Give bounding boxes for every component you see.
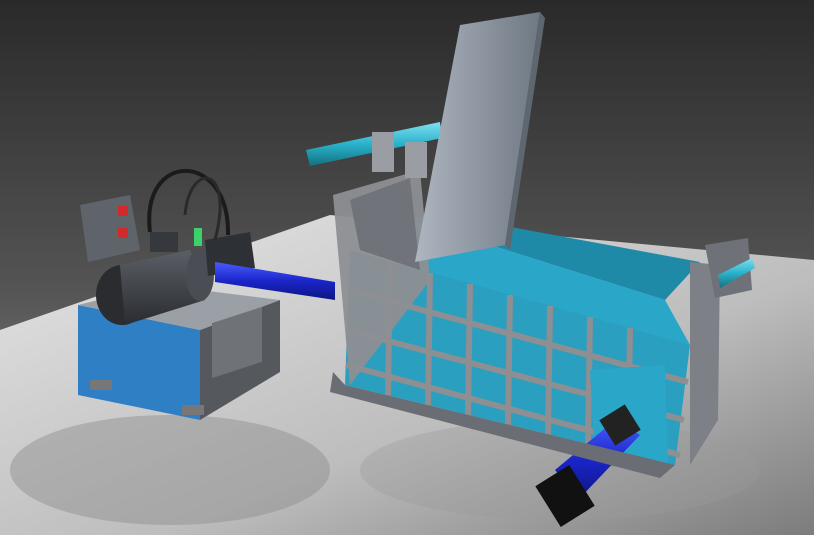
valve-solenoid-red (118, 206, 128, 216)
valve-solenoid-red (118, 228, 128, 238)
lid-hinge (405, 142, 427, 178)
pump-green-fitting (194, 228, 202, 246)
tank-foot (90, 380, 112, 390)
lid-hinge (372, 132, 394, 172)
hydraulic-baler-render (0, 0, 814, 535)
valve-manifold (80, 195, 140, 262)
shadow-power-unit (10, 415, 330, 525)
motor-terminal-box (150, 232, 178, 252)
tank-foot (182, 405, 204, 415)
